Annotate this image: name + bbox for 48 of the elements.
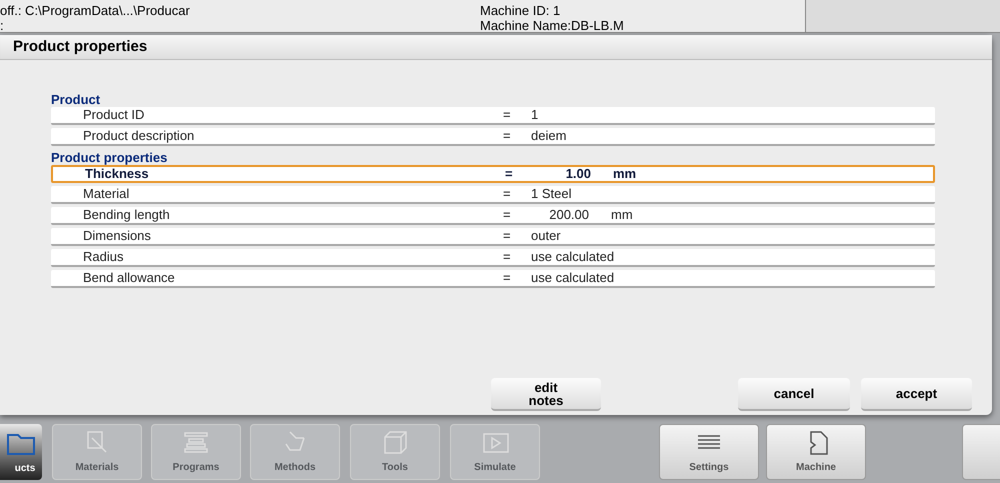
section-heading: Product <box>51 92 100 107</box>
property-value: deiem <box>531 127 566 146</box>
property-label: Radius <box>83 248 124 266</box>
property-value: 1 <box>531 106 538 124</box>
property-label: Material <box>83 185 130 204</box>
property-row[interactable]: Product description = deiem <box>51 128 935 146</box>
property-row[interactable]: Radius = use calculated <box>51 249 935 267</box>
property-label: Bend allowance <box>83 269 176 288</box>
section-heading: Product properties <box>51 150 168 165</box>
property-value: use calculated <box>531 269 614 288</box>
toolbar-button[interactable]: ucts <box>0 424 42 480</box>
toolbar-button[interactable] <box>962 424 1000 480</box>
property-row[interactable]: Bending length = 200.00 mm <box>51 207 935 225</box>
equals-sign: = <box>503 227 512 246</box>
property-label: Product description <box>83 127 196 146</box>
property-label: Bending length <box>83 206 171 224</box>
property-value: 1.00 <box>564 165 591 184</box>
machine-name: Machine Name:DB-LB.M <box>480 18 624 33</box>
property-row[interactable]: Dimensions = outer <box>51 228 935 246</box>
property-value: outer <box>531 227 561 246</box>
unit-label: mm <box>613 165 636 184</box>
property-row[interactable]: Material = 1 Steel <box>51 186 935 204</box>
dialog-button[interactable]: accept <box>861 378 972 411</box>
edit-notes-button[interactable]: edit notes <box>491 378 601 411</box>
equals-sign: = <box>503 185 512 204</box>
property-value: 200.00 <box>548 206 589 224</box>
dialog-button[interactable]: cancel <box>738 378 850 411</box>
property-value: 1 Steel <box>531 185 572 204</box>
property-label: Dimensions <box>83 227 152 246</box>
equals-sign: = <box>503 127 512 146</box>
machine-id: Machine ID: 1 <box>480 3 560 18</box>
file-path: off.: C:\ProgramData\...\Producar <box>0 3 190 18</box>
unit-label: mm <box>611 206 633 224</box>
toolbar-button[interactable]: Settings <box>659 424 759 480</box>
property-row[interactable]: Product ID = 1 <box>51 107 935 125</box>
property-label: Thickness <box>85 165 150 184</box>
equals-sign: = <box>505 165 514 184</box>
equals-sign: = <box>503 106 512 124</box>
equals-sign: = <box>503 248 512 266</box>
toolbar-button[interactable]: Machine <box>766 424 866 480</box>
dialog-title: Product properties <box>13 36 148 57</box>
property-value: use calculated <box>531 248 614 266</box>
equals-sign: = <box>503 206 512 224</box>
equals-sign: = <box>503 269 512 288</box>
property-row[interactable]: Thickness = 1.00 mm <box>51 165 935 183</box>
property-row[interactable]: Bend allowance = use calculated <box>51 270 935 288</box>
property-label: Product ID <box>83 106 146 124</box>
header-text: : <box>0 18 4 33</box>
